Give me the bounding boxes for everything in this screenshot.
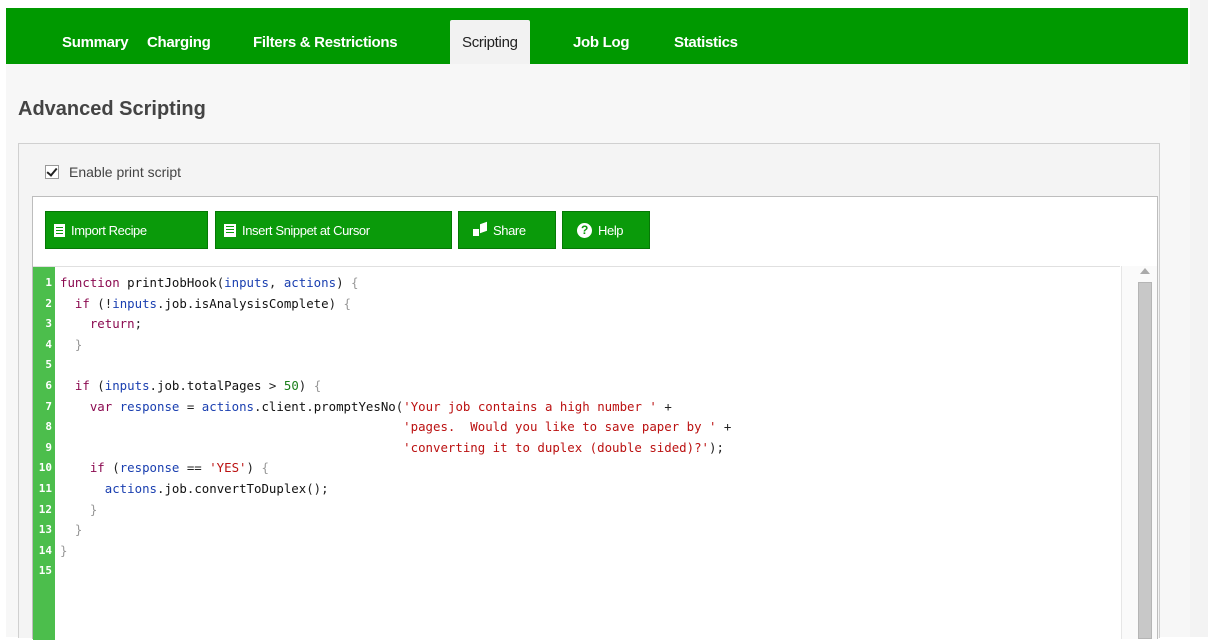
share-button[interactable]: Share [458,211,556,249]
help-label: Help [598,222,624,238]
line-number: 2 [45,296,52,310]
code-line[interactable]: 11 actions.job.convertToDuplex(); [33,479,1113,499]
document-icon [54,223,65,237]
line-number: 1 [45,276,52,289]
line-number: 7 [45,399,52,413]
code-line[interactable]: 4 } [33,335,1113,355]
line-number: 15 [38,564,52,578]
tab-filters-restrictions[interactable]: Filters & Restrictions [253,20,398,64]
share-icon [473,223,487,237]
code-text: function printJobHook(inputs, actions) { [60,275,359,290]
code-line[interactable]: 5 [33,355,1113,375]
share-label: Share [493,222,526,238]
code-line[interactable]: 15 [33,561,1113,581]
line-number: 6 [45,379,52,392]
code-line[interactable]: 3 return; [33,314,1113,334]
line-number: 14 [38,543,52,557]
script-editor: Import Recipe Insert Snippet at Cursor S… [32,196,1158,640]
snippet-icon [224,223,236,237]
import-recipe-label: Import Recipe [71,222,147,238]
code-text: if (inputs.job.totalPages > 50) { [74,378,322,393]
page-title: Advanced Scripting [18,98,206,120]
code-text: } [60,542,68,558]
code-text: if (response == 'YES') { [89,460,269,476]
insert-snippet-label: Insert Snippet at Cursor [242,222,370,238]
line-number: 13 [38,523,52,537]
tab-scripting[interactable]: Scripting [450,20,530,64]
help-button[interactable]: ? Help [562,211,650,249]
code-text: var response = actions.client.promptYesN… [89,398,672,414]
code-text: } [89,501,98,517]
line-number: 12 [38,502,52,516]
code-line[interactable]: 9 'converting it to duplex (double sided… [33,438,1113,458]
code-text: actions.job.convertToDuplex(); [104,481,329,496]
code-line[interactable]: 2 if (!inputs.job.isAnalysisComplete) { [33,294,1113,314]
code-text: } [74,522,83,538]
tab-statistics[interactable]: Statistics [674,20,738,64]
right-strip [1190,0,1208,637]
code-text: if (!inputs.job.isAnalysisComplete) { [74,295,351,311]
code-text: } [74,336,83,352]
scrollbar-thumb[interactable] [1138,282,1152,639]
line-number: 4 [45,337,52,351]
code-line[interactable]: 10 if (response == 'YES') { [33,458,1113,478]
line-number: 10 [38,461,52,475]
code-text: 'converting it to duplex (double sided)?… [403,439,724,455]
code-line[interactable]: 13 } [33,520,1113,540]
tab-bar: Summary Charging Filters & Restrictions … [6,8,1188,64]
line-number: 5 [45,358,52,372]
enable-script-label: Enable print script [69,164,182,180]
code-line[interactable]: 7 var response = actions.client.promptYe… [33,397,1113,417]
tab-summary[interactable]: Summary [62,20,129,64]
code-line[interactable]: 12 } [33,500,1113,520]
code-editor[interactable]: 1 function printJobHook(inputs, actions) … [33,266,1120,640]
code-line[interactable]: 14} [33,541,1113,561]
code-line[interactable]: 1 function printJobHook(inputs, actions) … [33,273,1113,293]
tab-job-log[interactable]: Job Log [573,20,630,64]
code-line[interactable]: 8 'pages. Would you like to save paper b… [33,417,1113,437]
enable-script-checkbox[interactable] [45,165,59,179]
tab-charging[interactable]: Charging [147,20,211,64]
import-recipe-button[interactable]: Import Recipe [45,211,208,249]
code-text: return; [89,316,143,332]
vertical-scrollbar[interactable] [1121,266,1157,639]
scripting-panel: Enable print script Import Recipe Insert… [18,143,1160,640]
insert-snippet-button[interactable]: Insert Snippet at Cursor [215,211,452,249]
scroll-up-icon[interactable] [1140,268,1150,274]
help-icon: ? [577,222,592,238]
line-number: 9 [45,440,52,454]
code-text: 'pages. Would you like to save paper by … [403,419,732,435]
code-line[interactable]: 6 if (inputs.job.totalPages > 50) { [33,376,1113,396]
line-number: 11 [38,482,52,495]
enable-script-row: Enable print script [45,164,181,180]
line-number: 3 [45,317,52,331]
line-number: 8 [45,420,52,434]
